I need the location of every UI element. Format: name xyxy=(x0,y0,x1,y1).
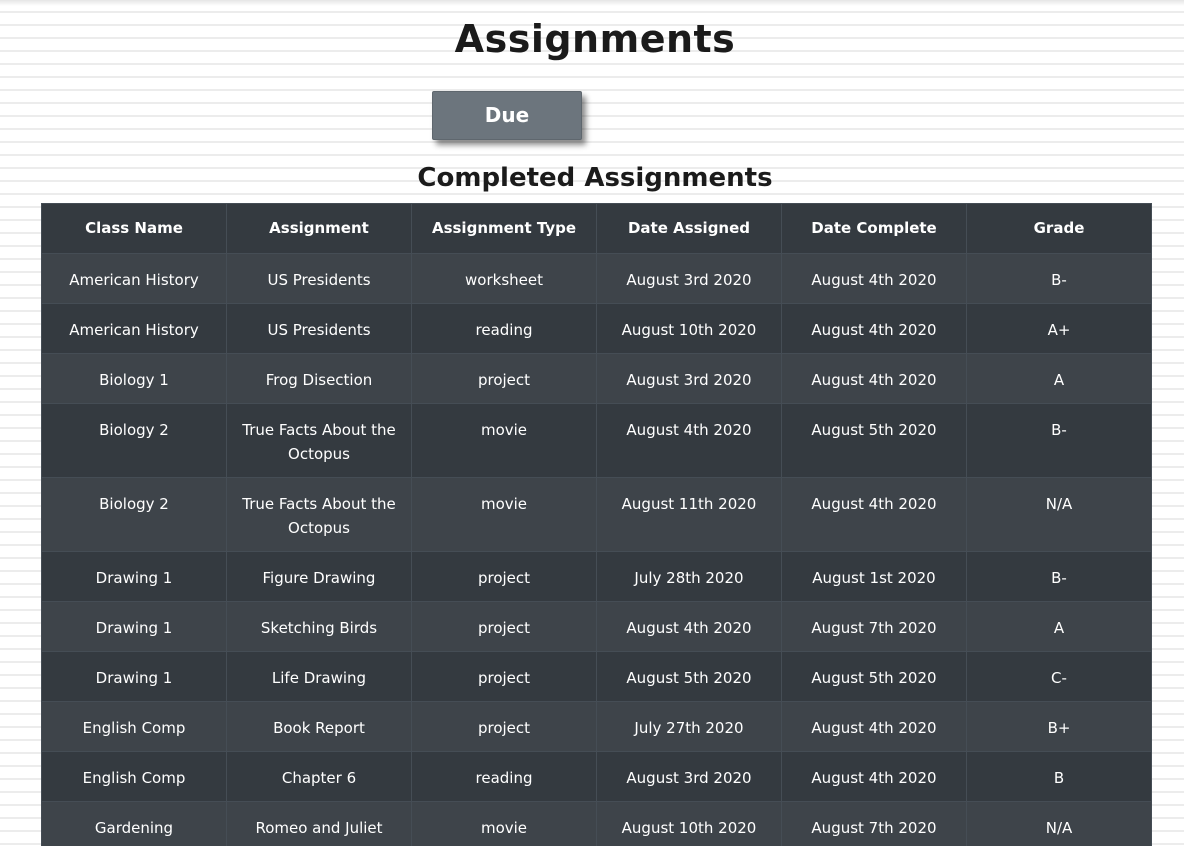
cell-class-name: Gardening xyxy=(41,801,227,846)
cell-date-assigned: July 27th 2020 xyxy=(596,701,782,752)
cell-date-assigned: August 4th 2020 xyxy=(596,403,782,478)
column-header-class-name: Class Name xyxy=(41,203,227,254)
cell-class-name: Drawing 1 xyxy=(41,551,227,602)
table-row: English Comp Book Report project July 27th … xyxy=(41,701,1152,752)
cell-date-complete: August 7th 2020 xyxy=(781,801,967,846)
cell-assignment-type: reading xyxy=(411,303,597,354)
cell-class-name: English Comp xyxy=(41,751,227,802)
cell-date-assigned: August 4th 2020 xyxy=(596,601,782,652)
cell-grade: C- xyxy=(966,651,1152,702)
table-header-row: Class Name Assignment Assignment Type Date … xyxy=(41,203,1152,254)
cell-grade: B- xyxy=(966,403,1152,478)
cell-class-name: Biology 2 xyxy=(41,477,227,552)
table-row: Biology 2 True Facts About the Octopus mov… xyxy=(41,477,1152,552)
cell-grade: B- xyxy=(966,253,1152,304)
cell-date-complete: August 4th 2020 xyxy=(781,253,967,304)
cell-assignment-type: project xyxy=(411,601,597,652)
cell-date-assigned: August 3rd 2020 xyxy=(596,751,782,802)
cell-assignment: Frog Disection xyxy=(226,353,412,404)
cell-class-name: American History xyxy=(41,303,227,354)
cell-assignment: US Presidents xyxy=(226,303,412,354)
cell-class-name: English Comp xyxy=(41,701,227,752)
cell-class-name: Drawing 1 xyxy=(41,601,227,652)
cell-assignment: Sketching Birds xyxy=(226,601,412,652)
table-row: English Comp Chapter 6 reading August 3rd 2… xyxy=(41,751,1152,802)
cell-assignment-type: project xyxy=(411,701,597,752)
table-row: Biology 2 True Facts About the Octopus mov… xyxy=(41,403,1152,478)
cell-grade: B xyxy=(966,751,1152,802)
cell-date-complete: August 5th 2020 xyxy=(781,403,967,478)
completed-assignments-table: Class Name Assignment Assignment Type Date … xyxy=(41,203,1152,846)
cell-assignment: US Presidents xyxy=(226,253,412,304)
table-row: Drawing 1 Figure Drawing project July 28th … xyxy=(41,551,1152,602)
cell-assignment-type: project xyxy=(411,353,597,404)
cell-date-assigned: August 5th 2020 xyxy=(596,651,782,702)
table-row: Biology 1 Frog Disection project August 3rd… xyxy=(41,353,1152,404)
table-row: Gardening Romeo and Juliet movie August 10t… xyxy=(41,801,1152,846)
cell-grade: N/A xyxy=(966,477,1152,552)
cell-grade: A xyxy=(966,601,1152,652)
cell-assignment-type: reading xyxy=(411,751,597,802)
cell-grade: B+ xyxy=(966,701,1152,752)
cell-date-complete: August 5th 2020 xyxy=(781,651,967,702)
column-header-assignment-type: Assignment Type xyxy=(411,203,597,254)
top-shadow xyxy=(0,0,1184,6)
cell-grade: A+ xyxy=(966,303,1152,354)
column-header-date-assigned: Date Assigned xyxy=(596,203,782,254)
cell-date-assigned: July 28th 2020 xyxy=(596,551,782,602)
cell-assignment-type: worksheet xyxy=(411,253,597,304)
table-row: Drawing 1 Sketching Birds project August 4t… xyxy=(41,601,1152,652)
cell-assignment: Life Drawing xyxy=(226,651,412,702)
cell-assignment-type: movie xyxy=(411,801,597,846)
table-row: American History US Presidents reading Augu… xyxy=(41,303,1152,354)
cell-assignment: Chapter 6 xyxy=(226,751,412,802)
table-body: American History US Presidents worksheet Au… xyxy=(41,253,1152,846)
section-title: Completed Assignments xyxy=(417,163,773,193)
cell-assignment: True Facts About the Octopus xyxy=(226,477,412,552)
column-header-date-complete: Date Complete xyxy=(781,203,967,254)
cell-assignment: True Facts About the Octopus xyxy=(226,403,412,478)
column-header-grade: Grade xyxy=(966,203,1152,254)
cell-date-complete: August 4th 2020 xyxy=(781,303,967,354)
cell-date-assigned: August 11th 2020 xyxy=(596,477,782,552)
page-title: Assignments xyxy=(454,17,736,61)
cell-date-complete: August 4th 2020 xyxy=(781,353,967,404)
cell-date-complete: August 4th 2020 xyxy=(781,477,967,552)
completed-assignments-table-container: Class Name Assignment Assignment Type Date … xyxy=(41,203,1152,846)
due-button[interactable]: Due xyxy=(432,91,582,140)
cell-class-name: Biology 2 xyxy=(41,403,227,478)
cell-date-assigned: August 10th 2020 xyxy=(596,801,782,846)
cell-assignment-type: movie xyxy=(411,477,597,552)
cell-assignment-type: movie xyxy=(411,403,597,478)
cell-date-complete: August 1st 2020 xyxy=(781,551,967,602)
cell-date-assigned: August 3rd 2020 xyxy=(596,253,782,304)
column-header-assignment: Assignment xyxy=(226,203,412,254)
cell-assignment: Figure Drawing xyxy=(226,551,412,602)
cell-date-complete: August 4th 2020 xyxy=(781,701,967,752)
cell-grade: B- xyxy=(966,551,1152,602)
table-header: Class Name Assignment Assignment Type Date … xyxy=(41,203,1152,254)
table-row: American History US Presidents worksheet Au… xyxy=(41,253,1152,304)
cell-date-complete: August 4th 2020 xyxy=(781,751,967,802)
cell-assignment-type: project xyxy=(411,651,597,702)
cell-grade: A xyxy=(966,353,1152,404)
cell-date-assigned: August 10th 2020 xyxy=(596,303,782,354)
cell-date-assigned: August 3rd 2020 xyxy=(596,353,782,404)
cell-assignment: Romeo and Juliet xyxy=(226,801,412,846)
cell-class-name: Biology 1 xyxy=(41,353,227,404)
cell-grade: N/A xyxy=(966,801,1152,846)
cell-class-name: Drawing 1 xyxy=(41,651,227,702)
table-row: Drawing 1 Life Drawing project August 5th 2… xyxy=(41,651,1152,702)
cell-assignment: Book Report xyxy=(226,701,412,752)
cell-date-complete: August 7th 2020 xyxy=(781,601,967,652)
cell-class-name: American History xyxy=(41,253,227,304)
cell-assignment-type: project xyxy=(411,551,597,602)
